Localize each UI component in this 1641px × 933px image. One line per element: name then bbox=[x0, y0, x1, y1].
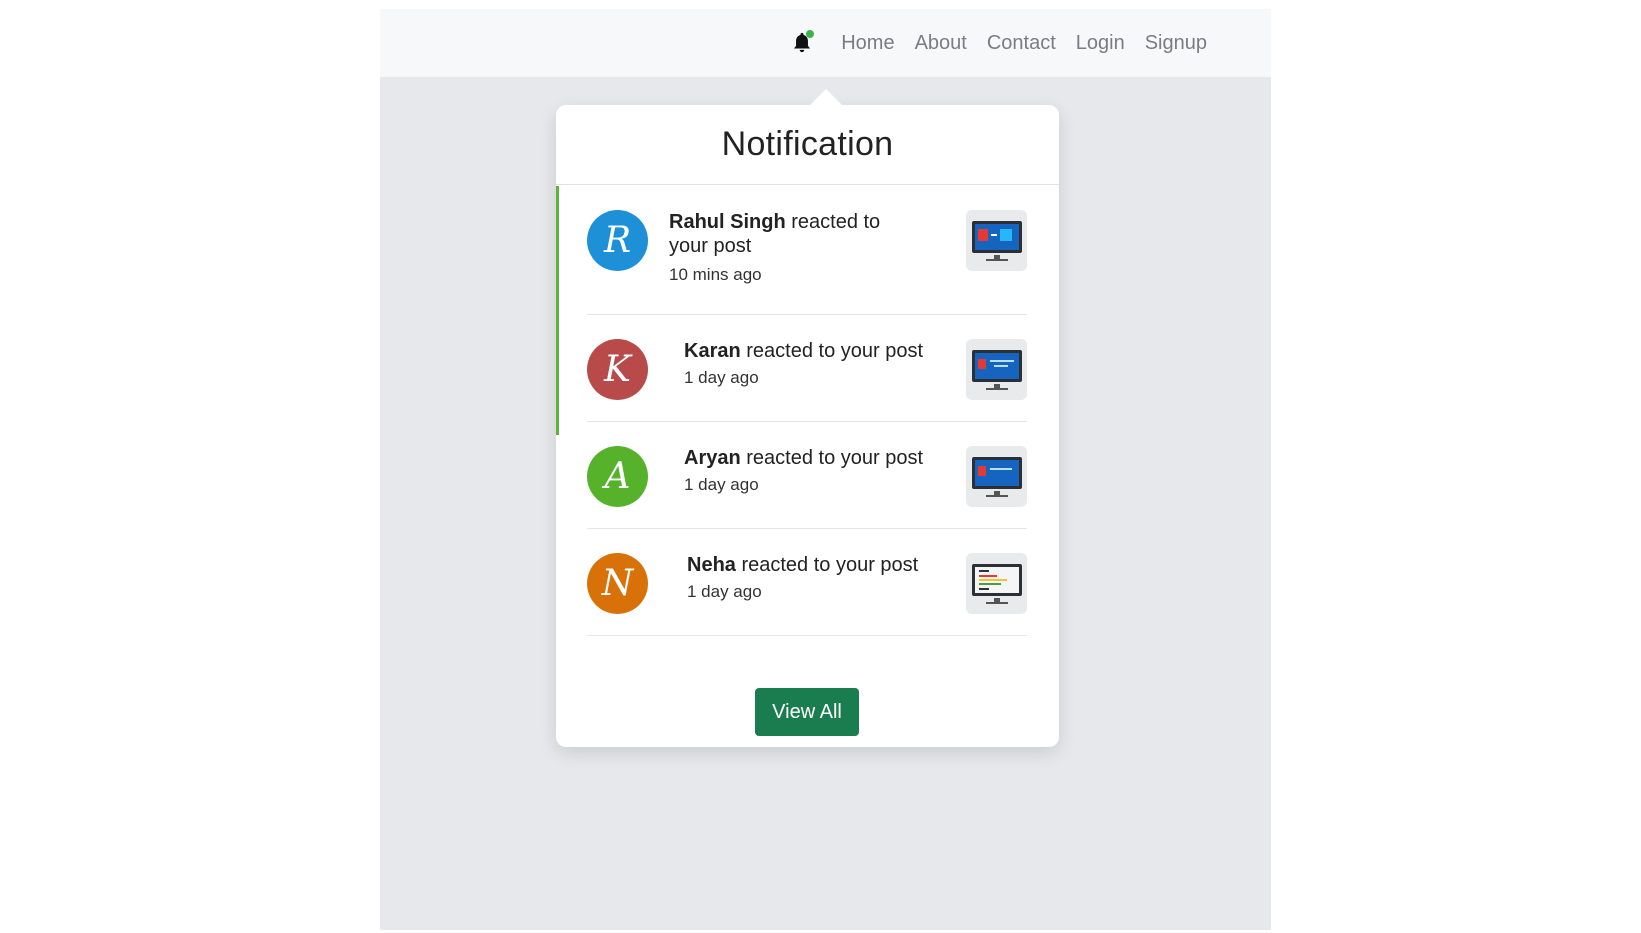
notification-action: reacted to your post bbox=[740, 447, 924, 469]
nav-links: Home About Contact Login Signup bbox=[787, 9, 1217, 77]
avatar: K bbox=[587, 339, 648, 400]
notification-panel: Notification R Rahul Singh reacted to yo… bbox=[556, 89, 1059, 747]
monitor-icon bbox=[971, 220, 1022, 261]
notification-time: 1 day ago bbox=[684, 475, 759, 494]
notification-text: Karan reacted to your post bbox=[684, 339, 944, 363]
notification-action: reacted to your post bbox=[735, 554, 919, 576]
notification-text: Neha reacted to your post bbox=[687, 553, 947, 577]
notification-bell-button[interactable] bbox=[787, 28, 817, 58]
nav-about-link[interactable]: About bbox=[905, 9, 977, 77]
nav-signup-link[interactable]: Signup bbox=[1135, 9, 1217, 77]
navbar: Home About Contact Login Signup bbox=[380, 9, 1271, 77]
avatar: A bbox=[587, 446, 648, 507]
post-thumbnail[interactable] bbox=[966, 339, 1027, 400]
post-thumbnail[interactable] bbox=[966, 210, 1027, 271]
unread-indicator bbox=[556, 186, 559, 435]
notification-item[interactable]: N Neha reacted to your post 1 day ago bbox=[587, 529, 1027, 636]
notification-time: 1 day ago bbox=[687, 582, 762, 601]
user-name: Neha bbox=[687, 554, 736, 576]
nav-login-link[interactable]: Login bbox=[1066, 9, 1135, 77]
user-name: Aryan bbox=[684, 447, 741, 469]
nav-contact-link[interactable]: Contact bbox=[977, 9, 1066, 77]
page-background: Home About Contact Login Signup Notifica… bbox=[380, 9, 1271, 930]
code-monitor-icon bbox=[971, 563, 1022, 604]
panel-title: Notification bbox=[556, 105, 1059, 185]
nav-home-link[interactable]: Home bbox=[831, 9, 904, 77]
monitor-icon bbox=[971, 456, 1022, 497]
monitor-icon bbox=[971, 349, 1022, 390]
notification-item[interactable]: A Aryan reacted to your post 1 day ago bbox=[587, 422, 1027, 529]
notification-text: Rahul Singh reacted to your post bbox=[669, 210, 919, 258]
notification-item[interactable]: K Karan reacted to your post 1 day ago bbox=[587, 315, 1027, 422]
avatar: R bbox=[587, 210, 648, 271]
notification-text: Aryan reacted to your post bbox=[684, 446, 944, 470]
notification-time: 1 day ago bbox=[684, 368, 759, 387]
notification-time: 10 mins ago bbox=[669, 265, 762, 284]
user-name: Karan bbox=[684, 340, 741, 362]
post-thumbnail[interactable] bbox=[966, 446, 1027, 507]
panel-caret bbox=[808, 89, 844, 107]
user-name: Rahul Singh bbox=[669, 211, 786, 233]
notification-action: reacted to your post bbox=[740, 340, 924, 362]
view-all-button[interactable]: View All bbox=[755, 688, 859, 736]
avatar: N bbox=[587, 553, 648, 614]
post-thumbnail[interactable] bbox=[966, 553, 1027, 614]
notification-item[interactable]: R Rahul Singh reacted to your post 10 mi… bbox=[587, 186, 1027, 315]
